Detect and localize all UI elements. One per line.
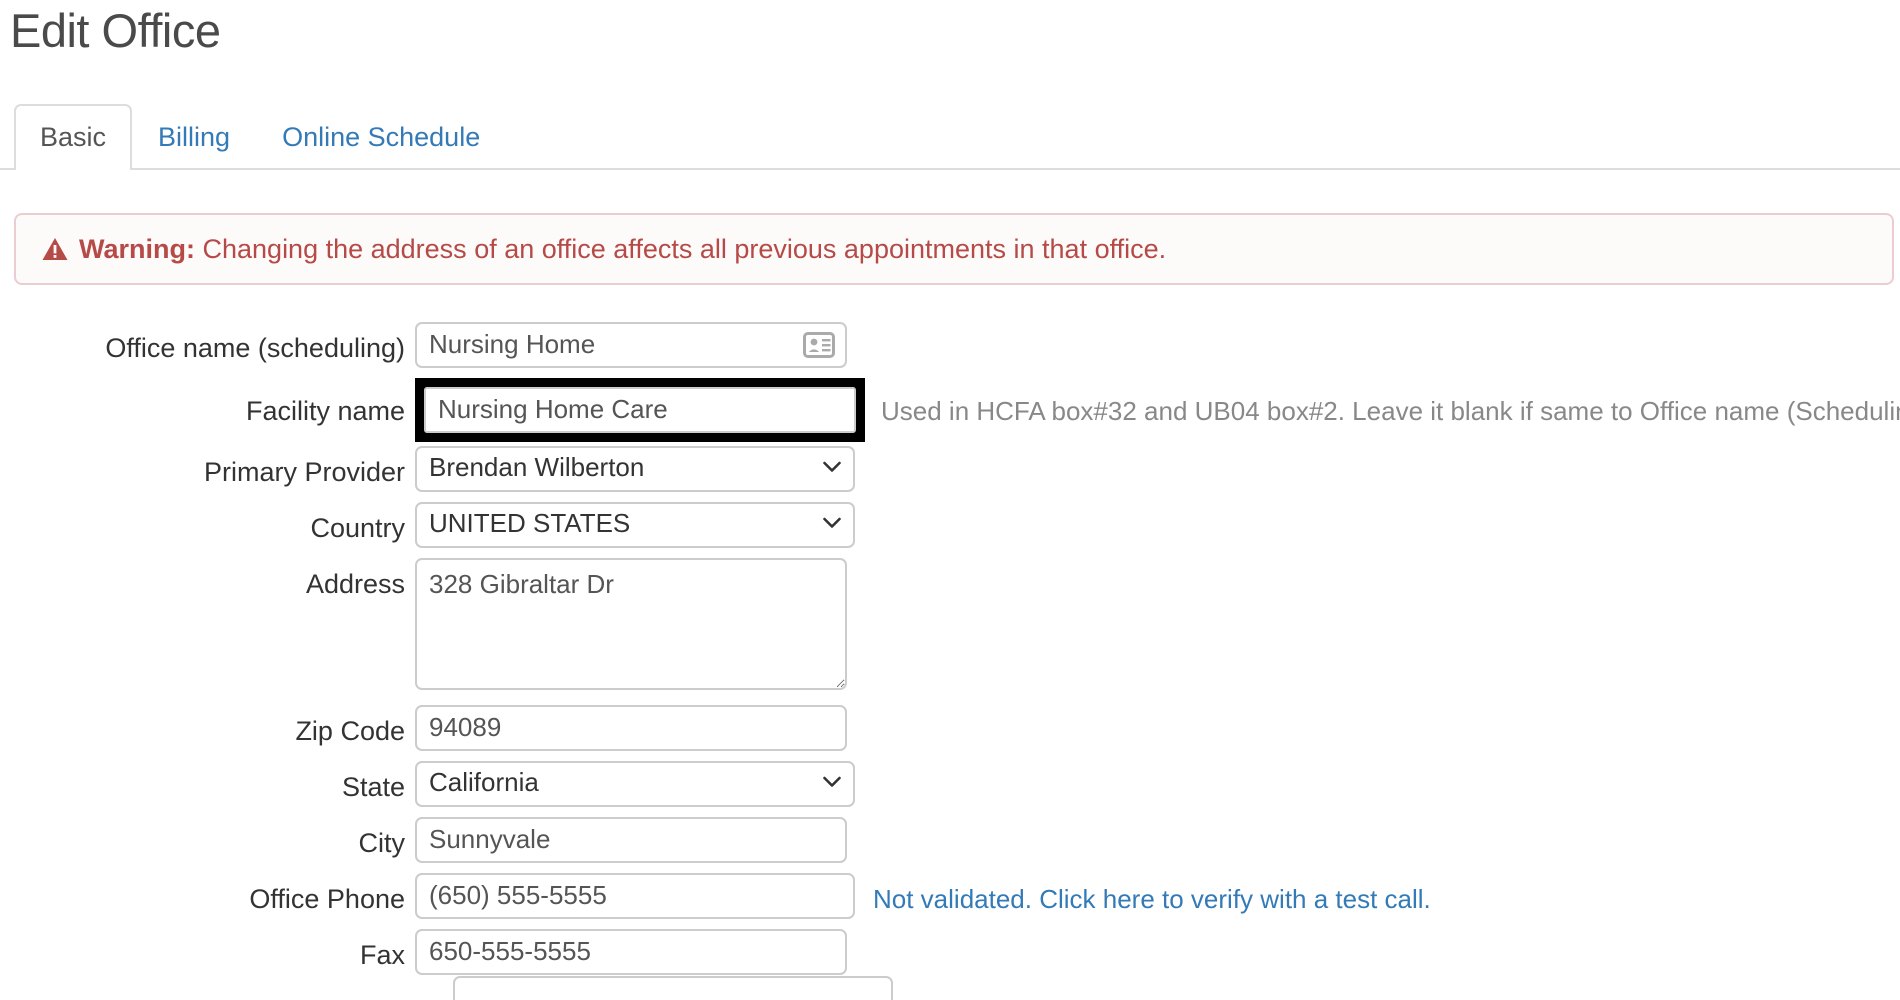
field-row-city: City — [0, 817, 1900, 863]
tab-bar: Basic Billing Online Schedule — [0, 104, 1900, 170]
office-phone-input[interactable] — [415, 873, 855, 919]
control-office-phone — [415, 873, 855, 919]
control-facility-name — [415, 378, 865, 442]
warning-label: Warning: — [79, 233, 195, 264]
warning-alert: Warning: Changing the address of an offi… — [14, 213, 1894, 285]
tab-basic[interactable]: Basic — [14, 104, 133, 170]
field-row-zip-code: Zip Code — [0, 705, 1900, 751]
label-address: Address — [305, 569, 405, 599]
facility-name-highlight-box — [415, 378, 865, 442]
field-row-address: Address 328 Gibraltar Dr — [0, 558, 1900, 695]
zip-code-input[interactable] — [415, 705, 847, 751]
label-facility-name: Facility name — [245, 396, 405, 426]
primary-provider-select[interactable]: Brendan Wilberton — [415, 446, 855, 492]
control-fax — [415, 929, 847, 975]
label-zip-code: Zip Code — [295, 716, 405, 746]
label-fax: Fax — [359, 940, 405, 970]
fax-input[interactable] — [415, 929, 847, 975]
field-row-office-phone: Office Phone Not validated. Click here t… — [0, 873, 1900, 919]
field-row-state: State California — [0, 761, 1900, 807]
phone-validation-link[interactable]: Not validated. Click here to verify with… — [873, 873, 1431, 915]
label-country: Country — [310, 513, 405, 543]
field-row-facility-name: Facility name Used in HCFA box#32 and UB… — [0, 378, 1900, 442]
control-city — [415, 817, 847, 863]
control-zip-code — [415, 705, 847, 751]
field-row-office-name: Office name (scheduling) — [0, 322, 1900, 368]
label-state: State — [341, 772, 405, 802]
facility-name-input[interactable] — [424, 387, 856, 433]
address-textarea[interactable]: 328 Gibraltar Dr — [415, 558, 847, 690]
page-title: Edit Office — [10, 4, 221, 57]
facility-name-help-text: Used in HCFA box#32 and UB04 box#2. Leav… — [881, 396, 1900, 426]
office-form: Office name (scheduling) Facility name — [0, 322, 1900, 985]
control-state: California — [415, 761, 855, 807]
warning-body: Changing the address of an office affect… — [202, 233, 1167, 264]
label-office-name: Office name (scheduling) — [105, 333, 405, 363]
city-input[interactable] — [415, 817, 847, 863]
field-row-country: Country UNITED STATES — [0, 502, 1900, 548]
control-address: 328 Gibraltar Dr — [415, 558, 847, 695]
warning-triangle-icon — [42, 238, 68, 260]
tab-billing[interactable]: Billing — [132, 104, 256, 168]
label-primary-provider: Primary Provider — [203, 457, 405, 487]
edit-office-page: Edit Office Basic Billing Online Schedul… — [0, 0, 1900, 1000]
label-city: City — [358, 828, 406, 858]
label-office-phone: Office Phone — [249, 884, 405, 914]
tab-online-schedule[interactable]: Online Schedule — [256, 104, 506, 168]
control-country: UNITED STATES — [415, 502, 855, 548]
field-row-primary-provider: Primary Provider Brendan Wilberton — [0, 446, 1900, 492]
country-select[interactable]: UNITED STATES — [415, 502, 855, 548]
control-primary-provider: Brendan Wilberton — [415, 446, 855, 492]
control-office-name — [415, 322, 847, 368]
state-select[interactable]: California — [415, 761, 855, 807]
clipped-next-field[interactable] — [453, 976, 893, 1000]
office-name-input[interactable] — [415, 322, 847, 368]
field-row-fax: Fax — [0, 929, 1900, 975]
warning-message: Warning: Changing the address of an offi… — [79, 233, 1166, 265]
